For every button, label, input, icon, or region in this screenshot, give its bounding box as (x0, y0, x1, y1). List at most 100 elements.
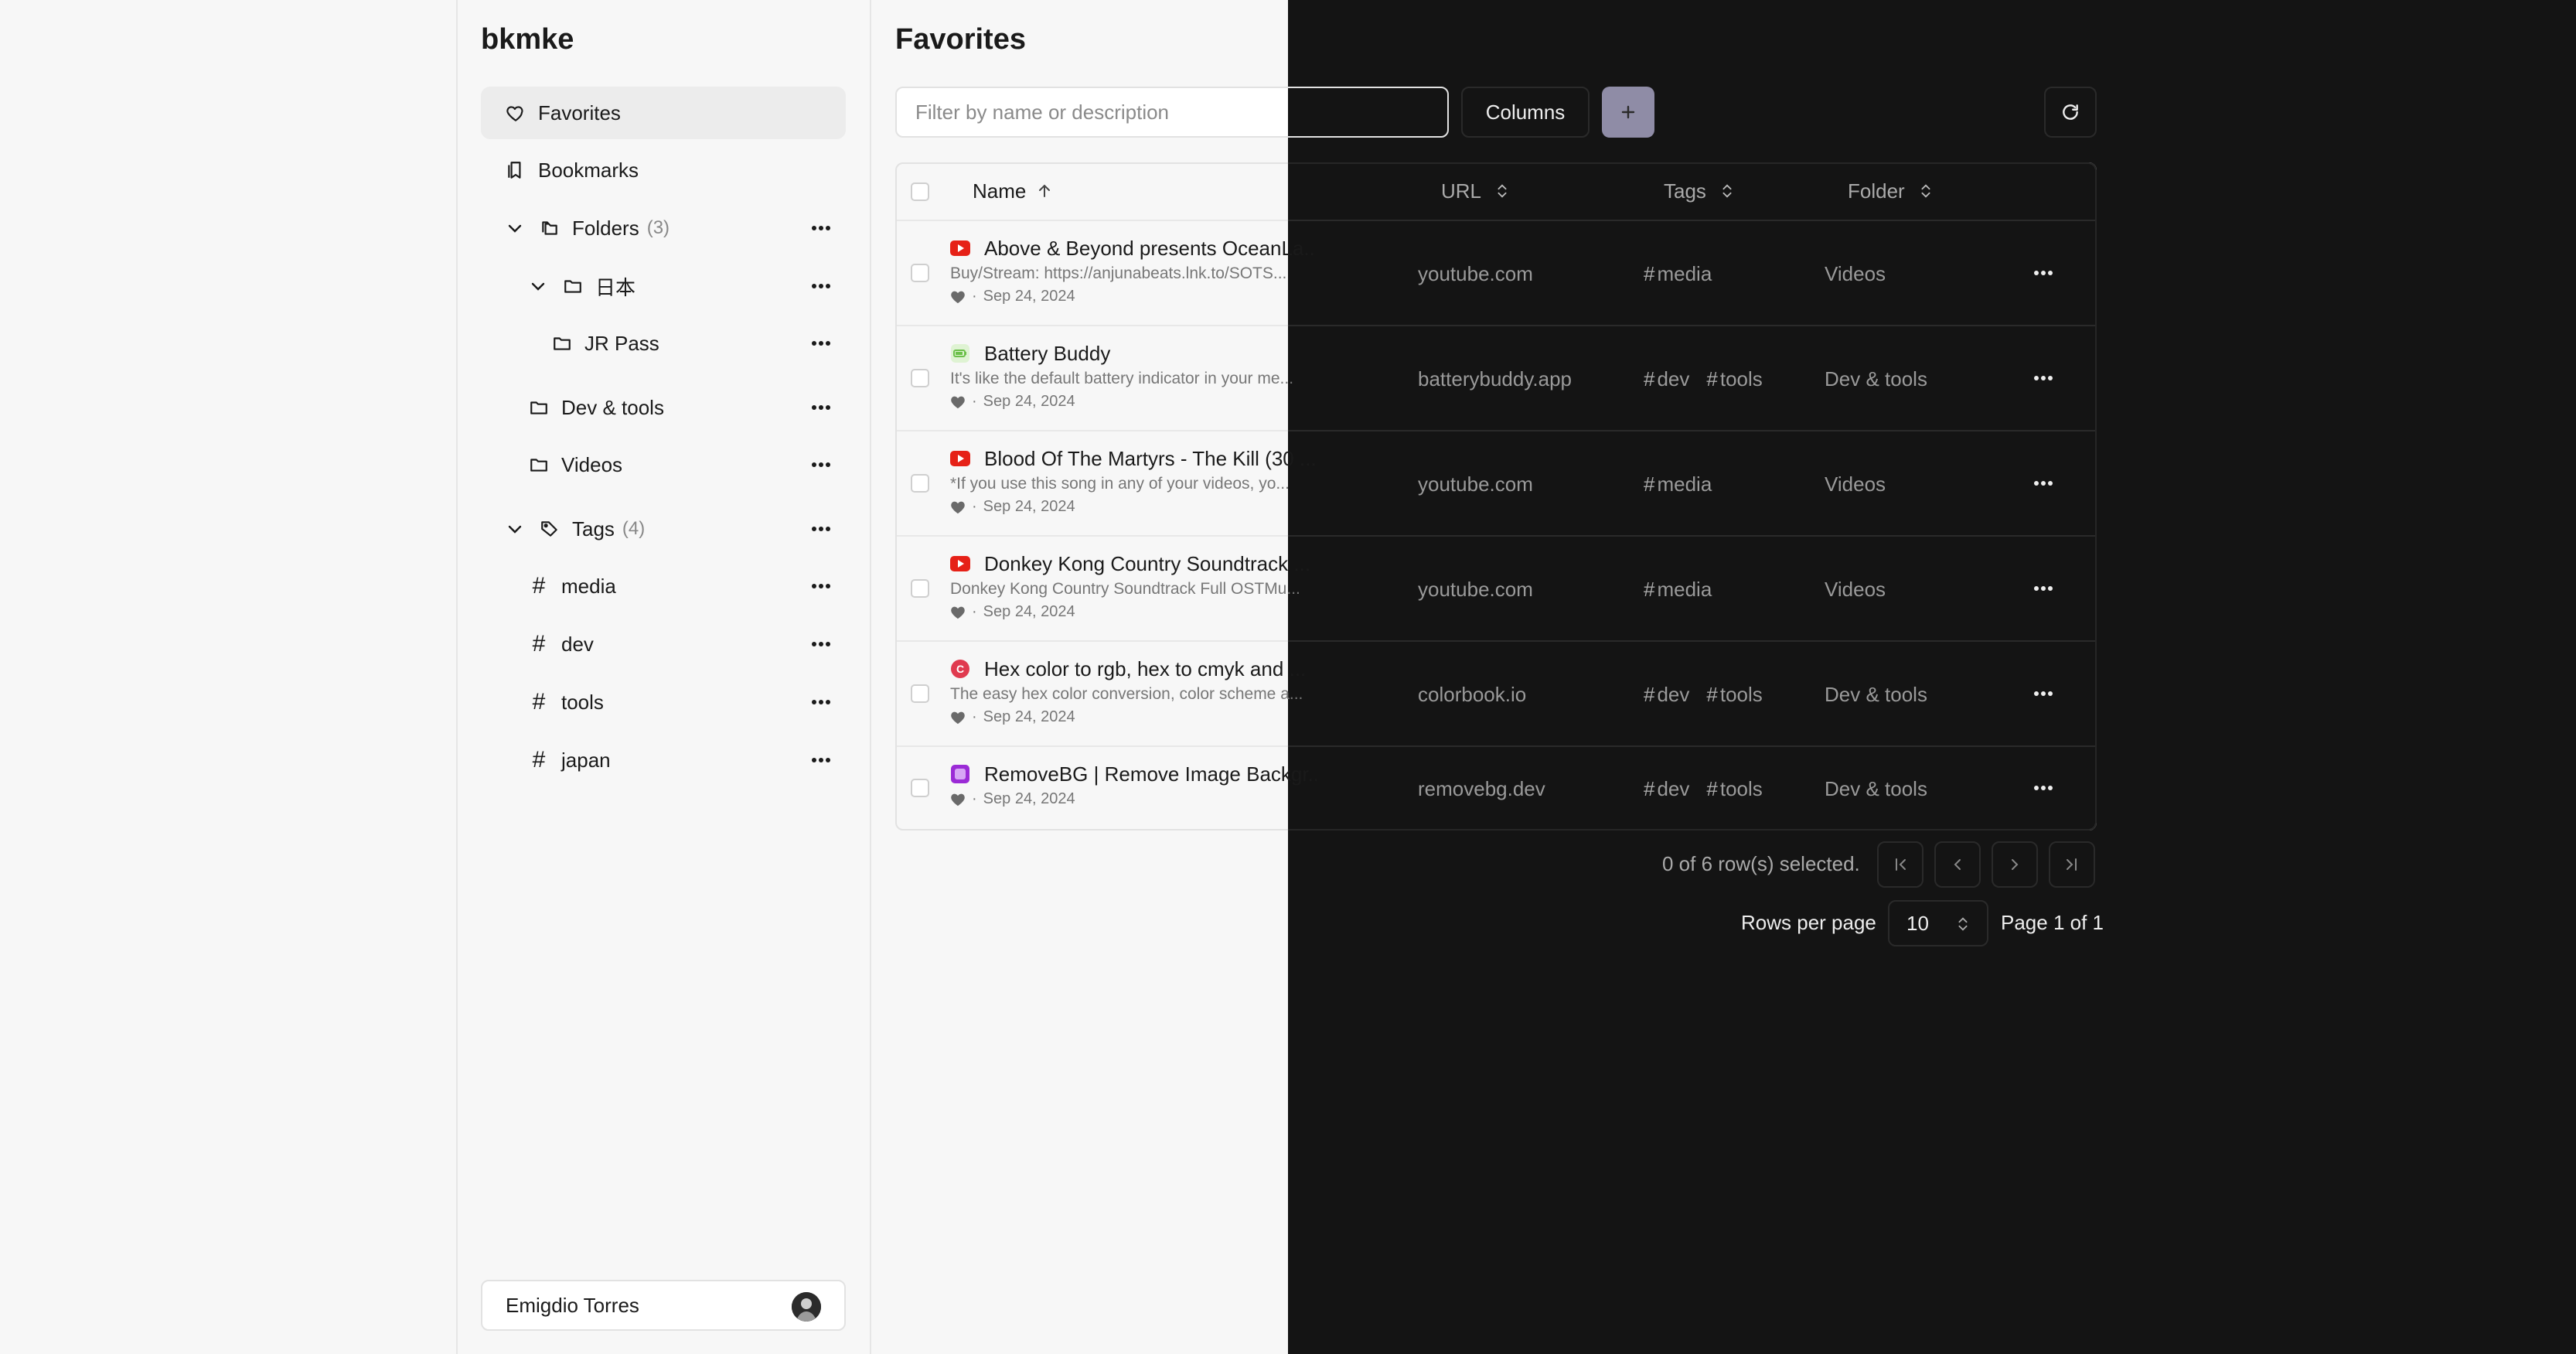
header-label: Folder (1848, 179, 1905, 203)
user-menu-button[interactable]: Emigdio Torres (481, 1280, 846, 1331)
bookmark-date: Sep 24, 2024 (983, 393, 1075, 410)
tag-chip[interactable]: tools (1706, 367, 1763, 391)
bookmark-title[interactable]: Blood Of The Martyrs - The Kill (30 ... (984, 447, 1317, 471)
removebg-icon (950, 764, 970, 784)
bookmark-title[interactable]: Hex color to rgb, hex to cmyk and ... (984, 657, 1317, 681)
row-actions-icon[interactable] (2028, 776, 2059, 800)
bookmark-url[interactable]: batterybuddy.app (1418, 367, 1572, 391)
chevron-down-icon[interactable] (506, 219, 524, 237)
tag-chip[interactable]: media (1644, 578, 1712, 602)
tag-chip[interactable]: media (1644, 472, 1712, 496)
row-checkbox[interactable] (911, 369, 929, 387)
heart-filled-icon[interactable] (950, 395, 966, 409)
refresh-button[interactable] (2044, 87, 2097, 138)
tag-more-icon[interactable] (806, 691, 837, 714)
previous-page-button[interactable] (1934, 841, 1981, 888)
sidebar-item-bookmarks[interactable]: Bookmarks (481, 144, 846, 196)
tags-more-icon[interactable] (806, 517, 837, 541)
row-actions-icon[interactable] (2028, 577, 2059, 600)
tag-chip[interactable]: dev (1644, 777, 1689, 801)
folder-more-icon[interactable] (806, 332, 837, 355)
row-separator (897, 220, 2095, 221)
row-actions-icon[interactable] (2028, 472, 2059, 495)
row-actions-icon[interactable] (2028, 682, 2059, 705)
svg-text:C: C (956, 663, 964, 675)
tag-chip[interactable]: media (1644, 262, 1712, 286)
last-page-button[interactable] (2049, 841, 2095, 888)
tag-chip[interactable]: tools (1706, 777, 1763, 801)
row-checkbox[interactable] (911, 474, 929, 493)
first-page-button[interactable] (1877, 841, 1923, 888)
row-checkbox[interactable] (911, 684, 929, 703)
bookmark-url[interactable]: removebg.dev (1418, 777, 1545, 801)
tag-chip[interactable]: tools (1706, 683, 1763, 707)
tag-more-icon[interactable] (806, 749, 837, 772)
bookmark-url[interactable]: youtube.com (1418, 262, 1533, 286)
row-actions-icon[interactable] (2028, 261, 2059, 285)
sidebar-folder-item[interactable]: JR Pass (550, 317, 782, 370)
heart-filled-icon[interactable] (950, 290, 966, 304)
bookmark-title[interactable]: Above & Beyond presents OceanLa... (984, 237, 1317, 261)
heart-filled-icon[interactable] (950, 500, 966, 514)
row-checkbox[interactable] (911, 579, 929, 598)
tag-chip[interactable]: dev (1644, 367, 1689, 391)
column-header-url[interactable]: URL (1441, 162, 1511, 220)
column-header-name[interactable]: Name (973, 162, 1054, 220)
tag-chip[interactable]: dev (1644, 683, 1689, 707)
sidebar-tag-item[interactable]: # media (527, 560, 782, 612)
tags-count: (4) (622, 518, 646, 539)
sidebar-folder-item[interactable]: Dev & tools (527, 381, 782, 434)
bookmark-url[interactable]: youtube.com (1418, 578, 1533, 602)
rows-per-page-select[interactable]: 10 (1888, 900, 1988, 946)
sidebar-folder-item[interactable]: 日本 (561, 260, 793, 312)
bookmark-meta: · Sep 24, 2024 (950, 603, 1075, 621)
sidebar-item-label: media (561, 574, 616, 598)
column-header-folder[interactable]: Folder (1848, 162, 1934, 220)
folder-more-icon[interactable] (806, 453, 837, 476)
colorbook-icon: C (950, 659, 970, 679)
column-header-tags[interactable]: Tags (1664, 162, 1736, 220)
bookmark-folder: Videos (1825, 472, 1886, 496)
bookmark-url[interactable]: youtube.com (1418, 472, 1533, 496)
sidebar-right-border (870, 0, 871, 1354)
sidebar-left-border (456, 0, 458, 1354)
sidebar-tag-item[interactable]: # tools (527, 676, 782, 728)
page-title: Favorites (895, 23, 1026, 56)
row-checkbox[interactable] (911, 779, 929, 797)
bookmark-url[interactable]: colorbook.io (1418, 683, 1526, 707)
user-name: Emigdio Torres (506, 1293, 639, 1317)
tag-more-icon[interactable] (806, 575, 837, 598)
heart-filled-icon[interactable] (950, 711, 966, 725)
sidebar-item-favorites[interactable]: Favorites (481, 87, 846, 139)
tag-more-icon[interactable] (806, 633, 837, 656)
folder-more-icon[interactable] (806, 396, 837, 419)
add-bookmark-button[interactable] (1602, 87, 1654, 138)
search-input[interactable] (897, 88, 1447, 136)
columns-button[interactable]: Columns (1461, 87, 1590, 138)
sidebar-item-tags[interactable]: Tags (4) (538, 503, 816, 555)
chevron-down-icon[interactable] (529, 277, 547, 295)
youtube-icon (950, 238, 970, 258)
bookmark-title[interactable]: RemoveBG | Remove Image Backgr... (984, 762, 1317, 786)
bookmark-title[interactable]: Donkey Kong Country Soundtrack ... (984, 552, 1317, 576)
sidebar-tag-item[interactable]: # dev (527, 618, 782, 670)
select-all-checkbox[interactable] (911, 182, 929, 201)
bookmark-tags: media (1644, 578, 1712, 602)
sidebar-tag-item[interactable]: # japan (527, 734, 782, 786)
bookmark-tags: dev tools (1644, 683, 1763, 707)
row-separator (897, 325, 2095, 326)
search-field[interactable] (895, 87, 1449, 138)
heart-filled-icon[interactable] (950, 605, 966, 619)
chevron-down-icon[interactable] (506, 520, 524, 538)
row-checkbox[interactable] (911, 264, 929, 282)
sidebar-item-folders[interactable]: Folders (3) (538, 202, 816, 254)
heart-filled-icon[interactable] (950, 793, 966, 807)
refresh-icon (2063, 104, 2078, 120)
folder-more-icon[interactable] (806, 275, 837, 298)
sidebar-item-label: Videos (561, 452, 623, 476)
folders-more-icon[interactable] (806, 217, 837, 240)
row-actions-icon[interactable] (2028, 367, 2059, 390)
bookmark-title[interactable]: Battery Buddy (984, 342, 1317, 366)
sidebar-folder-item[interactable]: Videos (527, 438, 782, 491)
next-page-button[interactable] (1992, 841, 2038, 888)
